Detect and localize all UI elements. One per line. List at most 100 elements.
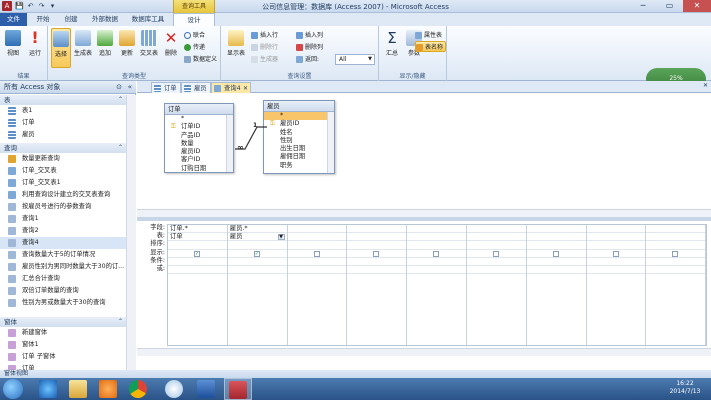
show-checkbox[interactable]: ✓ [194, 250, 200, 257]
show-checkbox[interactable] [672, 250, 679, 257]
union-button[interactable]: 联合 [184, 30, 205, 41]
crosstab-button[interactable]: 交叉表 [139, 30, 159, 57]
nav-item-query[interactable]: 雇员性别为男同时数量大于30的订... [0, 261, 126, 273]
nav-item-query[interactable]: 数量更新查询 [0, 153, 126, 165]
grid-cell-table[interactable] [586, 233, 646, 242]
update-button[interactable]: 更新 [117, 30, 137, 57]
tab-external-data[interactable]: 外部数据 [86, 13, 124, 26]
close-document-icon[interactable]: ✕ [703, 82, 708, 89]
grid-cell-field[interactable] [646, 225, 706, 234]
grid-cell-field[interactable] [287, 225, 347, 234]
grid-cell-table[interactable] [646, 233, 706, 242]
taskbar-chrome[interactable] [124, 378, 152, 400]
nav-section-tables[interactable]: 表 ⌃ [0, 95, 126, 105]
close-button[interactable]: ✕ [683, 0, 711, 12]
grid-cell-field[interactable]: 订单.* [168, 225, 227, 234]
field-item[interactable]: 职务 [264, 162, 334, 170]
grid-cell-show[interactable]: ✓ [227, 250, 287, 258]
show-table-button[interactable]: 显示表 [224, 30, 248, 57]
field-item[interactable]: 客户ID [165, 156, 233, 164]
field-item[interactable]: ⚿ 雇员ID [264, 120, 334, 128]
show-checkbox[interactable]: ✓ [253, 250, 260, 257]
grid-cell-criteria[interactable] [287, 258, 347, 266]
field-item[interactable]: 数量 [165, 140, 233, 148]
view-button[interactable]: 视图 [3, 30, 23, 57]
field-list-orders[interactable]: 订单 * ⚿ 订单ID 产品ID 数量 雇员ID 客户ID 订购日期 [164, 103, 234, 173]
grid-column[interactable] [347, 225, 408, 345]
nav-item-query[interactable]: 利用查询设计建立的交叉表查询 [0, 189, 126, 201]
grid-column[interactable] [646, 225, 707, 345]
show-checkbox[interactable] [313, 250, 320, 257]
shutter-bar-icon[interactable]: « [128, 81, 132, 94]
grid-cell-or[interactable] [168, 266, 227, 275]
maximize-button[interactable]: ▭ [656, 0, 683, 12]
grid-column[interactable] [467, 225, 527, 345]
tab-create[interactable]: 创建 [58, 13, 84, 26]
grid-cell-sort[interactable] [347, 241, 407, 250]
pass-through-button[interactable]: 传递 [184, 42, 205, 53]
tab-database-tools[interactable]: 数据库工具 [127, 13, 169, 26]
grid-cell-or[interactable] [526, 266, 586, 275]
grid-cell-or[interactable] [586, 266, 646, 275]
grid-cell-show[interactable] [287, 250, 347, 258]
show-checkbox[interactable] [493, 250, 499, 257]
grid-column[interactable]: 订单.* 订单 ✓ [168, 225, 228, 345]
grid-cell-criteria[interactable] [168, 258, 227, 266]
grid-cell-or[interactable] [646, 266, 706, 275]
grid-cell-or[interactable] [347, 266, 407, 275]
field-item[interactable]: ⚿ 订单ID [165, 123, 233, 131]
nav-item-query[interactable]: 订单_交叉表 [0, 165, 126, 177]
grid-cell-sort[interactable] [467, 241, 526, 250]
upper-horizontal-scrollbar[interactable] [137, 209, 711, 217]
grid-cell-sort[interactable] [586, 241, 646, 250]
nav-item-query[interactable]: 双倍订单数量的查询 [0, 285, 126, 297]
field-item-selected[interactable]: * [264, 112, 334, 121]
nav-section-forms[interactable]: 窗体 ⌃ [0, 317, 126, 327]
append-button[interactable]: 追加 [95, 30, 115, 57]
grid-cell-table[interactable]: 订单 [168, 233, 227, 242]
tab-file[interactable]: 文件 [0, 13, 27, 26]
grid-cell-sort[interactable] [526, 241, 586, 250]
field-item[interactable]: 订购日期 [165, 165, 233, 172]
show-checkbox[interactable] [552, 250, 559, 257]
field-list-employees[interactable]: 雇员 * ⚿ 雇员ID 姓名 性别 出生日期 雇佣日期 职务 [263, 100, 335, 174]
doc-tab-query4[interactable]: 查询4 ✕ [211, 82, 251, 93]
chevron-down-icon[interactable]: ▼ [277, 234, 285, 241]
grid-cell-field[interactable] [526, 225, 586, 234]
lower-horizontal-scrollbar[interactable] [137, 348, 711, 356]
grid-cell-criteria[interactable] [407, 258, 466, 266]
nav-item-form[interactable]: 订单 [0, 363, 126, 370]
grid-cell-or[interactable] [467, 266, 526, 275]
return-values-select[interactable]: All ▼ [335, 54, 375, 65]
nav-item-form[interactable]: 订单 子窗体 [0, 351, 126, 363]
grid-cell-table[interactable]: 雇员 ▼ [227, 233, 287, 242]
grid-cell-show[interactable] [347, 250, 407, 258]
run-button[interactable]: ! 运行 [25, 30, 45, 58]
nav-item-query-selected[interactable]: 查询4 [0, 237, 126, 249]
grid-cell-sort[interactable] [407, 241, 466, 250]
data-definition-button[interactable]: 数据定义 [184, 54, 217, 65]
grid-cell-or[interactable] [287, 266, 347, 275]
relationship-line[interactable] [227, 113, 272, 158]
grid-cell-field[interactable] [586, 225, 646, 234]
grid-cell-criteria[interactable] [467, 258, 526, 266]
minimize-button[interactable]: ─ [630, 0, 656, 12]
grid-cell-table[interactable] [347, 233, 407, 242]
nav-item-table[interactable]: 雇员 [0, 129, 126, 141]
nav-item-query[interactable]: 查询数量大于5的订单情况 [0, 249, 126, 261]
tab-design[interactable]: 设计 [173, 13, 215, 26]
grid-column[interactable] [287, 225, 348, 345]
nav-item-table[interactable]: 订单 [0, 117, 126, 129]
property-sheet-button[interactable]: 属性表 [415, 30, 442, 41]
table-names-button[interactable]: 表名称 [415, 41, 447, 52]
grid-column[interactable]: 雇员.* 雇员 ▼ ✓ [227, 225, 288, 345]
nav-pane-header[interactable]: 所有 Access 对象 ⊙ « [0, 81, 136, 94]
show-checkbox[interactable] [612, 250, 619, 257]
show-checkbox[interactable] [433, 250, 440, 257]
grid-cell-show[interactable] [646, 250, 706, 258]
select-query-button[interactable]: 选择 [51, 28, 71, 68]
field-item[interactable]: 性别 [264, 137, 334, 145]
grid-cell-criteria[interactable] [227, 258, 287, 266]
tab-home[interactable]: 开始 [30, 13, 56, 26]
taskbar-media-player[interactable] [94, 378, 122, 400]
